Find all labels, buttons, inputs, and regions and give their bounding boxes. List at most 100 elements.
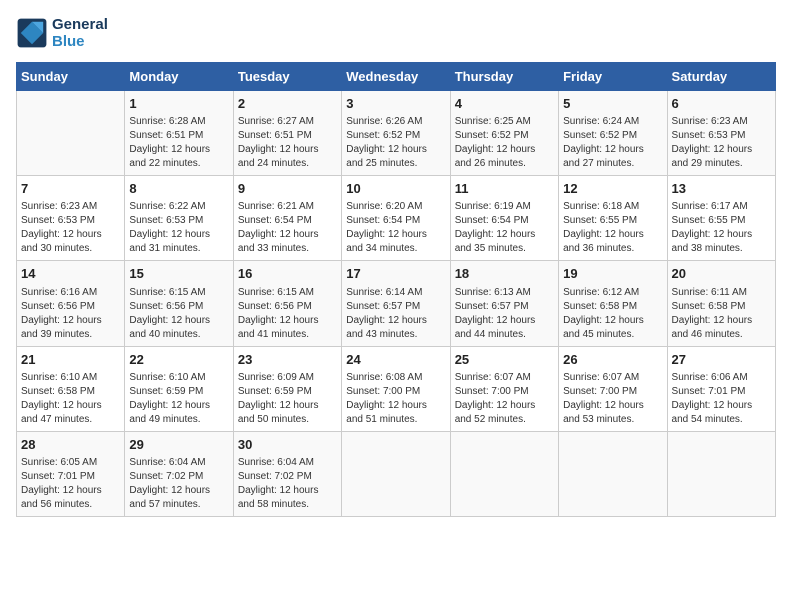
week-row-3: 14 Sunrise: 6:16 AM Sunset: 6:56 PM Dayli…: [17, 261, 776, 346]
day-number: 10: [346, 180, 445, 198]
calendar-cell: 11 Sunrise: 6:19 AM Sunset: 6:54 PM Dayli…: [450, 176, 558, 261]
day-number: 13: [672, 180, 771, 198]
calendar-cell: 1 Sunrise: 6:28 AM Sunset: 6:51 PM Daylig…: [125, 91, 233, 176]
header-tuesday: Tuesday: [233, 63, 341, 91]
calendar-cell: 25 Sunrise: 6:07 AM Sunset: 7:00 PM Dayli…: [450, 346, 558, 431]
header-friday: Friday: [559, 63, 667, 91]
day-number: 2: [238, 95, 337, 113]
day-number: 16: [238, 265, 337, 283]
day-number: 3: [346, 95, 445, 113]
day-number: 26: [563, 351, 662, 369]
day-info: Sunrise: 6:22 AM Sunset: 6:53 PM Dayligh…: [129, 200, 228, 256]
day-info: Sunrise: 6:25 AM Sunset: 6:52 PM Dayligh…: [455, 115, 554, 171]
day-info: Sunrise: 6:10 AM Sunset: 6:59 PM Dayligh…: [129, 371, 228, 427]
day-info: Sunrise: 6:06 AM Sunset: 7:01 PM Dayligh…: [672, 371, 771, 427]
day-info: Sunrise: 6:07 AM Sunset: 7:00 PM Dayligh…: [563, 371, 662, 427]
day-info: Sunrise: 6:15 AM Sunset: 6:56 PM Dayligh…: [129, 286, 228, 342]
day-info: Sunrise: 6:16 AM Sunset: 6:56 PM Dayligh…: [21, 286, 120, 342]
day-number: 11: [455, 180, 554, 198]
calendar-cell: 3 Sunrise: 6:26 AM Sunset: 6:52 PM Daylig…: [342, 91, 450, 176]
calendar-cell: 19 Sunrise: 6:12 AM Sunset: 6:58 PM Dayli…: [559, 261, 667, 346]
header-saturday: Saturday: [667, 63, 775, 91]
calendar-cell: 24Sunrise: 6:08 AM Sunset: 7:00 PM Dayli…: [342, 346, 450, 431]
calendar-cell: 21 Sunrise: 6:10 AM Sunset: 6:58 PM Dayli…: [17, 346, 125, 431]
calendar-table: SundayMondayTuesdayWednesdayThursdayFrid…: [16, 62, 776, 517]
day-info: Sunrise: 6:14 AM Sunset: 6:57 PM Dayligh…: [346, 286, 445, 342]
logo: General Blue: [16, 16, 108, 50]
week-row-1: 1 Sunrise: 6:28 AM Sunset: 6:51 PM Daylig…: [17, 91, 776, 176]
calendar-cell: 18Sunrise: 6:13 AM Sunset: 6:57 PM Dayli…: [450, 261, 558, 346]
calendar-cell: 17 Sunrise: 6:14 AM Sunset: 6:57 PM Dayli…: [342, 261, 450, 346]
calendar-cell: 14 Sunrise: 6:16 AM Sunset: 6:56 PM Dayli…: [17, 261, 125, 346]
calendar-cell: 20 Sunrise: 6:11 AM Sunset: 6:58 PM Dayli…: [667, 261, 775, 346]
calendar-cell: 13 Sunrise: 6:17 AM Sunset: 6:55 PM Dayli…: [667, 176, 775, 261]
calendar-cell: 28 Sunrise: 6:05 AM Sunset: 7:01 PM Dayli…: [17, 431, 125, 516]
day-info: Sunrise: 6:12 AM Sunset: 6:58 PM Dayligh…: [563, 286, 662, 342]
day-number: 28: [21, 436, 120, 454]
calendar-cell: [342, 431, 450, 516]
calendar-cell: 29Sunrise: 6:04 AM Sunset: 7:02 PM Dayli…: [125, 431, 233, 516]
day-number: 6: [672, 95, 771, 113]
day-number: 19: [563, 265, 662, 283]
day-info: Sunrise: 6:28 AM Sunset: 6:51 PM Dayligh…: [129, 115, 228, 171]
day-info: Sunrise: 6:05 AM Sunset: 7:01 PM Dayligh…: [21, 456, 120, 512]
logo-icon: [16, 17, 48, 49]
day-number: 1: [129, 95, 228, 113]
day-number: 22: [129, 351, 228, 369]
calendar-cell: [559, 431, 667, 516]
calendar-cell: 16 Sunrise: 6:15 AM Sunset: 6:56 PM Dayli…: [233, 261, 341, 346]
day-info: Sunrise: 6:26 AM Sunset: 6:52 PM Dayligh…: [346, 115, 445, 171]
calendar-cell: 12 Sunrise: 6:18 AM Sunset: 6:55 PM Dayli…: [559, 176, 667, 261]
calendar-cell: 2Sunrise: 6:27 AM Sunset: 6:51 PM Daylig…: [233, 91, 341, 176]
logo-text: General Blue: [52, 16, 108, 50]
day-info: Sunrise: 6:08 AM Sunset: 7:00 PM Dayligh…: [346, 371, 445, 427]
week-row-5: 28 Sunrise: 6:05 AM Sunset: 7:01 PM Dayli…: [17, 431, 776, 516]
day-info: Sunrise: 6:18 AM Sunset: 6:55 PM Dayligh…: [563, 200, 662, 256]
day-info: Sunrise: 6:23 AM Sunset: 6:53 PM Dayligh…: [21, 200, 120, 256]
header-monday: Monday: [125, 63, 233, 91]
day-number: 9: [238, 180, 337, 198]
day-info: Sunrise: 6:17 AM Sunset: 6:55 PM Dayligh…: [672, 200, 771, 256]
header-sunday: Sunday: [17, 63, 125, 91]
day-number: 5: [563, 95, 662, 113]
calendar-cell: 5 Sunrise: 6:24 AM Sunset: 6:52 PM Daylig…: [559, 91, 667, 176]
calendar-cell: 23Sunrise: 6:09 AM Sunset: 6:59 PM Dayli…: [233, 346, 341, 431]
day-info: Sunrise: 6:04 AM Sunset: 7:02 PM Dayligh…: [129, 456, 228, 512]
day-info: Sunrise: 6:15 AM Sunset: 6:56 PM Dayligh…: [238, 286, 337, 342]
day-info: Sunrise: 6:07 AM Sunset: 7:00 PM Dayligh…: [455, 371, 554, 427]
calendar-cell: 30Sunrise: 6:04 AM Sunset: 7:02 PM Dayli…: [233, 431, 341, 516]
day-info: Sunrise: 6:04 AM Sunset: 7:02 PM Dayligh…: [238, 456, 337, 512]
calendar-cell: [450, 431, 558, 516]
week-row-4: 21 Sunrise: 6:10 AM Sunset: 6:58 PM Dayli…: [17, 346, 776, 431]
calendar-cell: 27 Sunrise: 6:06 AM Sunset: 7:01 PM Dayli…: [667, 346, 775, 431]
day-info: Sunrise: 6:19 AM Sunset: 6:54 PM Dayligh…: [455, 200, 554, 256]
calendar-cell: 9 Sunrise: 6:21 AM Sunset: 6:54 PM Daylig…: [233, 176, 341, 261]
day-number: 7: [21, 180, 120, 198]
day-info: Sunrise: 6:13 AM Sunset: 6:57 PM Dayligh…: [455, 286, 554, 342]
header-wednesday: Wednesday: [342, 63, 450, 91]
day-info: Sunrise: 6:24 AM Sunset: 6:52 PM Dayligh…: [563, 115, 662, 171]
week-row-2: 7 Sunrise: 6:23 AM Sunset: 6:53 PM Daylig…: [17, 176, 776, 261]
day-number: 25: [455, 351, 554, 369]
day-info: Sunrise: 6:21 AM Sunset: 6:54 PM Dayligh…: [238, 200, 337, 256]
day-info: Sunrise: 6:10 AM Sunset: 6:58 PM Dayligh…: [21, 371, 120, 427]
calendar-cell: [17, 91, 125, 176]
day-number: 12: [563, 180, 662, 198]
day-number: 20: [672, 265, 771, 283]
day-info: Sunrise: 6:11 AM Sunset: 6:58 PM Dayligh…: [672, 286, 771, 342]
day-number: 8: [129, 180, 228, 198]
header-thursday: Thursday: [450, 63, 558, 91]
calendar-cell: [667, 431, 775, 516]
calendar-cell: 10Sunrise: 6:20 AM Sunset: 6:54 PM Dayli…: [342, 176, 450, 261]
calendar-cell: 26 Sunrise: 6:07 AM Sunset: 7:00 PM Dayli…: [559, 346, 667, 431]
calendar-cell: 4 Sunrise: 6:25 AM Sunset: 6:52 PM Daylig…: [450, 91, 558, 176]
calendar-cell: 8 Sunrise: 6:22 AM Sunset: 6:53 PM Daylig…: [125, 176, 233, 261]
day-info: Sunrise: 6:23 AM Sunset: 6:53 PM Dayligh…: [672, 115, 771, 171]
day-number: 21: [21, 351, 120, 369]
day-number: 4: [455, 95, 554, 113]
page-header: General Blue: [16, 16, 776, 50]
calendar-cell: 7 Sunrise: 6:23 AM Sunset: 6:53 PM Daylig…: [17, 176, 125, 261]
day-number: 27: [672, 351, 771, 369]
day-number: 14: [21, 265, 120, 283]
day-number: 17: [346, 265, 445, 283]
